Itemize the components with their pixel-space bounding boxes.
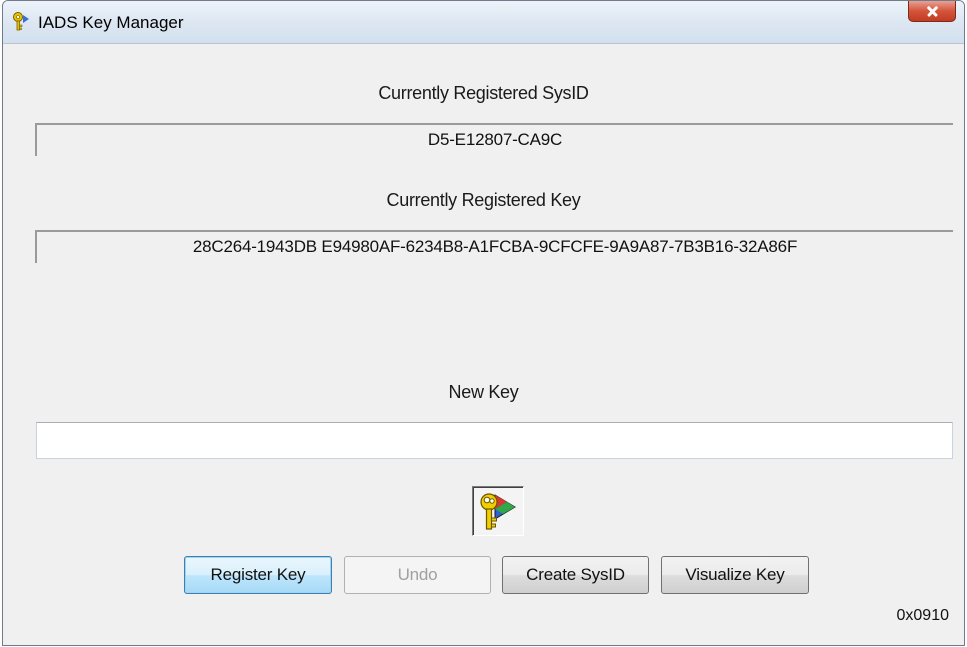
key-manager-window: IADS Key Manager Currently Registered Sy…: [2, 0, 965, 646]
close-button[interactable]: [908, 1, 956, 22]
new-key-label: New Key: [448, 382, 519, 402]
window-title: IADS Key Manager: [38, 13, 184, 32]
sysid-value: D5-E12807-CA9C: [35, 123, 953, 156]
undo-button[interactable]: Undo: [344, 556, 491, 594]
title-bar[interactable]: IADS Key Manager: [3, 1, 964, 44]
create-sysid-button[interactable]: Create SysID: [502, 556, 649, 594]
version-label: 0x0910: [896, 607, 950, 624]
registered-key-value: 28C264-1943DB E94980AF-6234B8-A1FCBA-9CF…: [35, 230, 953, 263]
sysid-label: Currently Registered SysID: [378, 83, 589, 103]
key-visual-icon: [472, 486, 524, 536]
registered-key-label: Currently Registered Key: [386, 190, 581, 210]
key-icon: [11, 11, 31, 31]
new-key-input[interactable]: [36, 422, 953, 459]
visualize-key-button[interactable]: Visualize Key: [661, 556, 809, 594]
register-key-button[interactable]: Register Key: [184, 556, 332, 594]
